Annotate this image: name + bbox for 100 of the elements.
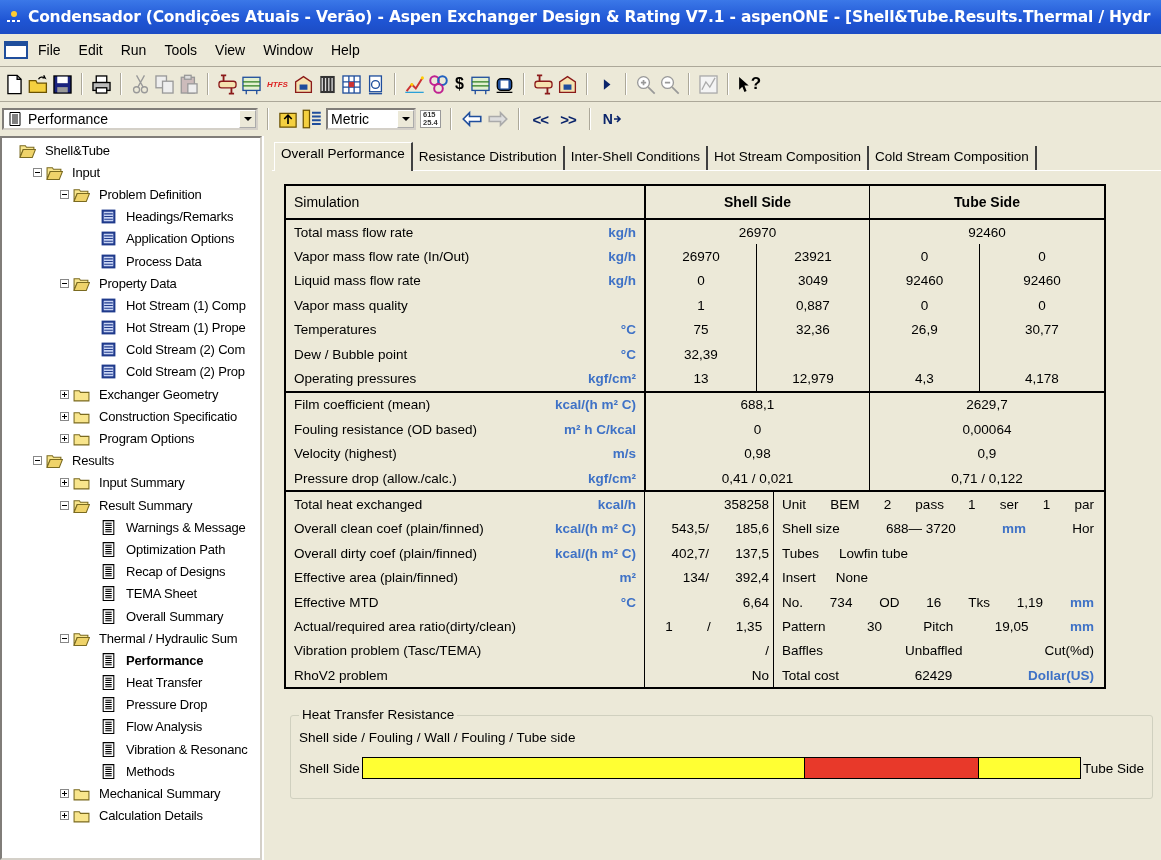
tree-item[interactable]: Optimization Path [126, 541, 226, 557]
tree-item[interactable]: Recap of Designs [126, 564, 226, 580]
row-label: Actual/required area ratio(dirty/clean) [293, 617, 518, 636]
tree-item[interactable]: Application Options [126, 231, 235, 247]
menu-item[interactable]: Window [255, 40, 321, 60]
tab[interactable]: Inter-Shell Conditions [564, 146, 708, 170]
tree-item[interactable]: Cold Stream (2) Prop [126, 364, 245, 380]
table-cell: 0,00064 [869, 417, 1104, 442]
table-cell: 0,9 [869, 441, 1104, 466]
save-icon[interactable] [52, 73, 73, 95]
next-step-button[interactable]: N [599, 111, 626, 127]
tree-item[interactable]: Property Data [99, 275, 177, 291]
next-button[interactable]: >> [556, 110, 580, 128]
view-selector[interactable]: Performance [2, 108, 258, 130]
tree-item[interactable]: Overall Summary [126, 608, 224, 624]
collapse-icon[interactable] [60, 278, 69, 288]
grid-icon[interactable] [340, 73, 362, 95]
print-icon[interactable] [91, 73, 112, 95]
menu-item[interactable]: Tools [156, 40, 206, 60]
menu-item[interactable]: Edit [70, 40, 111, 60]
tree-item[interactable]: Hot Stream (1) Prope [126, 320, 246, 336]
tree-item[interactable]: Input [72, 164, 100, 180]
row-label: Overall clean coef (plain/finned) [293, 520, 485, 539]
tree-item[interactable]: Mechanical Summary [99, 786, 221, 802]
window-icon[interactable] [4, 41, 28, 59]
units-selector[interactable]: Metric [326, 108, 416, 130]
table-cell: 688,1 [644, 392, 869, 418]
tab[interactable]: Resistance Distribution [412, 146, 565, 170]
tree-item[interactable]: Program Options [99, 431, 195, 447]
heat-exchanger-icon[interactable] [532, 73, 554, 95]
collapse-icon[interactable] [60, 500, 69, 510]
geometry-value: 688— 3720 [886, 521, 956, 537]
tab[interactable]: Cold Stream Composition [869, 146, 1037, 170]
expand-icon[interactable] [60, 811, 69, 821]
tree-item[interactable]: Results [72, 453, 114, 469]
menu-item[interactable]: View [207, 40, 254, 60]
expand-icon[interactable] [60, 478, 69, 488]
tree-item[interactable]: TEMA Sheet [126, 586, 197, 602]
previous-button[interactable]: << [528, 110, 553, 128]
collapse-icon[interactable] [33, 456, 42, 466]
tree-item[interactable]: Shell&Tube [45, 142, 110, 158]
circles-icon[interactable] [427, 73, 449, 95]
heater-icon[interactable] [556, 73, 578, 95]
tree-item[interactable]: Cold Stream (2) Com [126, 342, 245, 358]
menu-item[interactable]: Help [322, 40, 368, 60]
back-arrow-icon[interactable] [460, 109, 483, 129]
tree-item[interactable]: Headings/Remarks [126, 209, 234, 225]
new-file-icon[interactable] [4, 73, 25, 95]
tree-item[interactable]: Flow Analysis [126, 719, 203, 735]
tree-item[interactable]: Problem Definition [99, 186, 202, 202]
tree-item[interactable]: Vibration & Resonanc [126, 741, 248, 757]
tree-item[interactable]: Pressure Drop [126, 697, 208, 713]
collapse-icon[interactable] [60, 189, 69, 199]
heater-icon[interactable] [292, 73, 314, 95]
zoom-in-icon[interactable] [634, 73, 656, 95]
window-title: Condensador (Condições Atuais - Verão) - Aspen Exchanger Design & Rating V7.1 - aspenONE - [Shell&Tube.Results.Thermal / Hydr [28, 8, 1151, 26]
app-icon [6, 9, 22, 25]
arrow-icon [612, 113, 623, 125]
tree-item[interactable]: Performance [126, 652, 204, 668]
tree-item[interactable]: Result Summary [99, 497, 193, 513]
collapse-icon[interactable] [33, 167, 42, 177]
geometry-value: 734 [829, 594, 853, 610]
table-cell-text: 185,6 [734, 521, 769, 537]
row-label: Effective area (plain/finned) [293, 569, 460, 588]
zoom-out-icon[interactable] [658, 73, 680, 95]
menu-item[interactable]: Run [112, 40, 155, 60]
table-cell: 92460 [869, 220, 1104, 245]
table-cell: 0 [979, 293, 1104, 318]
table-cell: 0,71 / 0,122 [869, 465, 1104, 491]
chart-icon[interactable] [403, 73, 425, 95]
expand-icon[interactable] [60, 789, 69, 799]
heat-exchanger-icon[interactable] [217, 73, 238, 95]
tree-item[interactable]: Construction Specificatio [99, 408, 238, 424]
table-cell: 0 [979, 244, 1104, 269]
tree-item[interactable]: Warnings & Message [126, 519, 246, 535]
menu-item[interactable]: File [30, 40, 69, 60]
tree-item[interactable]: Heat Transfer [126, 675, 203, 691]
tree-item[interactable]: Process Data [126, 253, 202, 269]
row-label: Dew / Bubble point [293, 345, 409, 364]
tree-item[interactable]: Calculation Details [99, 808, 203, 824]
geometry-value: 1,19 [1016, 594, 1044, 610]
tree-item[interactable]: Hot Stream (1) Comp [126, 297, 246, 313]
cost-button[interactable]: $ [451, 75, 467, 93]
tab[interactable]: Overall Performance [274, 142, 413, 171]
tree-item[interactable]: Methods [126, 763, 175, 779]
tree-item[interactable]: Input Summary [99, 475, 185, 491]
expand-icon[interactable] [60, 434, 69, 444]
htfs-button[interactable]: HTFS [265, 79, 290, 89]
collapse-icon[interactable] [60, 633, 69, 643]
open-folder-icon[interactable] [28, 73, 49, 95]
help-button[interactable]: ? [736, 74, 762, 94]
unit-label: kg/h [607, 272, 637, 291]
expand-icon[interactable] [60, 389, 69, 399]
tree-item[interactable]: Exchanger Geometry [99, 386, 219, 402]
table-cell-text: 358258 [722, 497, 769, 512]
tree-view-icon[interactable] [302, 109, 322, 129]
table-cell-text: 137,5 [734, 545, 769, 561]
expand-icon[interactable] [60, 411, 69, 421]
tree-item[interactable]: Thermal / Hydraulic Sum [99, 630, 238, 646]
tab[interactable]: Hot Stream Composition [707, 146, 869, 170]
